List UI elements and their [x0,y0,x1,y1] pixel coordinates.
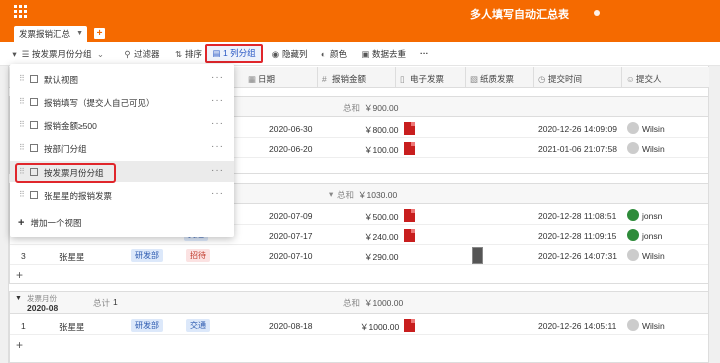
plus-icon: + [16,338,24,352]
pdf-file-icon[interactable] [404,122,415,135]
more-icon[interactable]: ··· [211,141,224,152]
group-by-button[interactable]: ▾ ☰ 按发票月份分组 ⌄ [10,48,104,61]
type-tag: 交通 [186,319,210,332]
pdf-file-icon[interactable] [404,142,415,155]
tab-label: 发票报销汇总 [19,29,71,39]
collapse-icon[interactable]: ▼ [15,295,22,302]
view-item-submitter-visible[interactable]: ⠿ 报销填写（提交人自己可见） ··· [10,91,234,112]
more-icon[interactable]: ··· [211,188,224,199]
plus-icon: + [16,268,24,282]
more-icon[interactable]: ··· [211,165,224,176]
view-item-default[interactable]: ⠿ 默认视图 ··· [10,68,234,89]
add-tab-button[interactable]: + [94,28,105,39]
calendar-icon: ▦ [248,74,257,84]
view-item-zhang-invoices[interactable]: ⠿ 张星星的报销发票 ··· [10,184,234,205]
grid-view-icon [30,121,38,129]
drag-handle-icon[interactable]: ⠿ [19,143,25,152]
column-header-e-invoice[interactable]: ▯ 电子发票 [400,73,444,85]
grid-view-icon [30,191,38,199]
group-icon: ▤ [212,48,221,58]
add-row-button[interactable]: + [10,336,708,354]
type-tag: 招待 [186,249,210,262]
group-columns-button[interactable]: ▤ 1 列分组 [205,44,263,63]
add-view-button[interactable]: + 增加一个视图 [18,217,81,229]
sort-button[interactable]: ⇅ 排序 [174,48,202,61]
sort-icon: ⇅ [174,49,183,59]
number-icon: # [322,74,327,84]
chevron-down-icon[interactable]: ▼ [76,30,83,37]
drag-handle-icon[interactable]: ⠿ [19,97,25,106]
column-header-paper-invoice[interactable]: ▧ 纸质发票 [470,73,514,85]
avatar [627,142,639,154]
avatar [627,249,639,261]
grid-view-icon [30,98,38,106]
settings-dot-icon[interactable] [594,10,600,16]
color-button[interactable]: ◐ 颜色 [319,48,347,61]
eye-icon: ◉ [271,49,280,59]
tab-bar: 发票报销汇总 ▼ + [0,25,720,42]
pdf-file-icon[interactable] [404,229,415,242]
more-options-button[interactable]: ··· [420,48,429,61]
column-header-submit-time[interactable]: ◷ 提交时间 [538,73,582,85]
view-item-amount-500[interactable]: ⠿ 报销金额≥500 ··· [10,114,234,135]
view-item-by-department[interactable]: ⠿ 按部门分组 ··· [10,137,234,158]
column-header-amount[interactable]: # 报销金额 [322,73,366,85]
apps-grid-icon[interactable] [14,5,28,19]
app-header: 多人填写自动汇总表 [0,0,720,25]
dedupe-icon: ▣ [361,49,370,59]
list-icon: ☰ [21,49,30,59]
more-icon[interactable]: ··· [211,72,224,83]
department-tag: 研发部 [131,319,163,332]
avatar [627,229,639,241]
grid-view-icon [30,144,38,152]
person-icon: ☺ [626,74,635,84]
paper-invoice-thumbnail[interactable] [472,247,483,264]
group-count: 1 [113,297,118,307]
group-sum: ￥1030.00 [358,190,398,200]
group-month: 2020-08 [27,303,59,313]
plus-icon: + [18,217,25,229]
chevron-down-icon[interactable]: ▾ [329,189,333,200]
more-icon[interactable]: ··· [211,95,224,106]
dedupe-button[interactable]: ▣ 数据去重 [361,48,406,61]
column-header-date[interactable]: ▦ 日期 [248,73,275,85]
filter-button[interactable]: ⚲ 过滤器 [123,48,159,61]
group-2020-08: ▼ 发票月份 2020-08 总计 1 总和 ￥1000.00 1 张星星 研发… [9,291,709,363]
file-icon: ▯ [400,74,405,84]
pdf-file-icon[interactable] [404,319,415,332]
tab-invoice-summary[interactable]: 发票报销汇总 ▼ [14,26,87,42]
caret-down-icon: ▾ [12,49,17,59]
group-sum: ￥900.00 [364,103,399,113]
more-icon[interactable]: ··· [211,118,224,129]
filter-icon: ⚲ [124,49,131,59]
add-row-button[interactable]: + [10,266,708,284]
view-dropdown-menu: ⠿ 默认视图 ··· ⠿ 报销填写（提交人自己可见） ··· ⠿ 报销金额≥500 ·… [10,64,234,237]
toolbar: ▾ ☰ 按发票月份分组 ⌄ ⚲ 过滤器 ⇅ 排序 ▤ 1 列分组 ◉ 隐藏列 ◐ 颜色 ▣ 数据… [0,42,720,66]
group-sum: ￥1000.00 [364,298,404,308]
clock-icon: ◷ [538,74,546,84]
app-title: 多人填写自动汇总表 [470,9,569,21]
avatar [627,319,639,331]
table-row[interactable]: 3 张星星 研发部 招待 2020-07-10 ￥290.00 2020-12-… [10,246,708,265]
drag-handle-icon[interactable]: ⠿ [19,74,25,83]
drag-handle-icon[interactable]: ⠿ [19,190,25,199]
avatar [627,209,639,221]
hide-columns-button[interactable]: ◉ 隐藏列 [271,48,308,61]
pdf-file-icon[interactable] [404,209,415,222]
chevron-down-icon: ⌄ [96,49,105,59]
image-icon: ▧ [470,74,479,84]
avatar [627,122,639,134]
table-row[interactable]: 1 张星星 研发部 交通 2020-08-18 ￥1000.00 2020-12… [10,316,708,335]
grid-view-icon [30,75,38,83]
highlight-box [15,163,116,183]
drag-handle-icon[interactable]: ⠿ [19,120,25,129]
palette-icon: ◐ [320,49,327,59]
group-header: ▼ 发票月份 2020-08 总计 1 总和 ￥1000.00 [10,292,708,314]
column-header-submitter[interactable]: ☺提交人 [626,73,662,85]
department-tag: 研发部 [131,249,163,262]
